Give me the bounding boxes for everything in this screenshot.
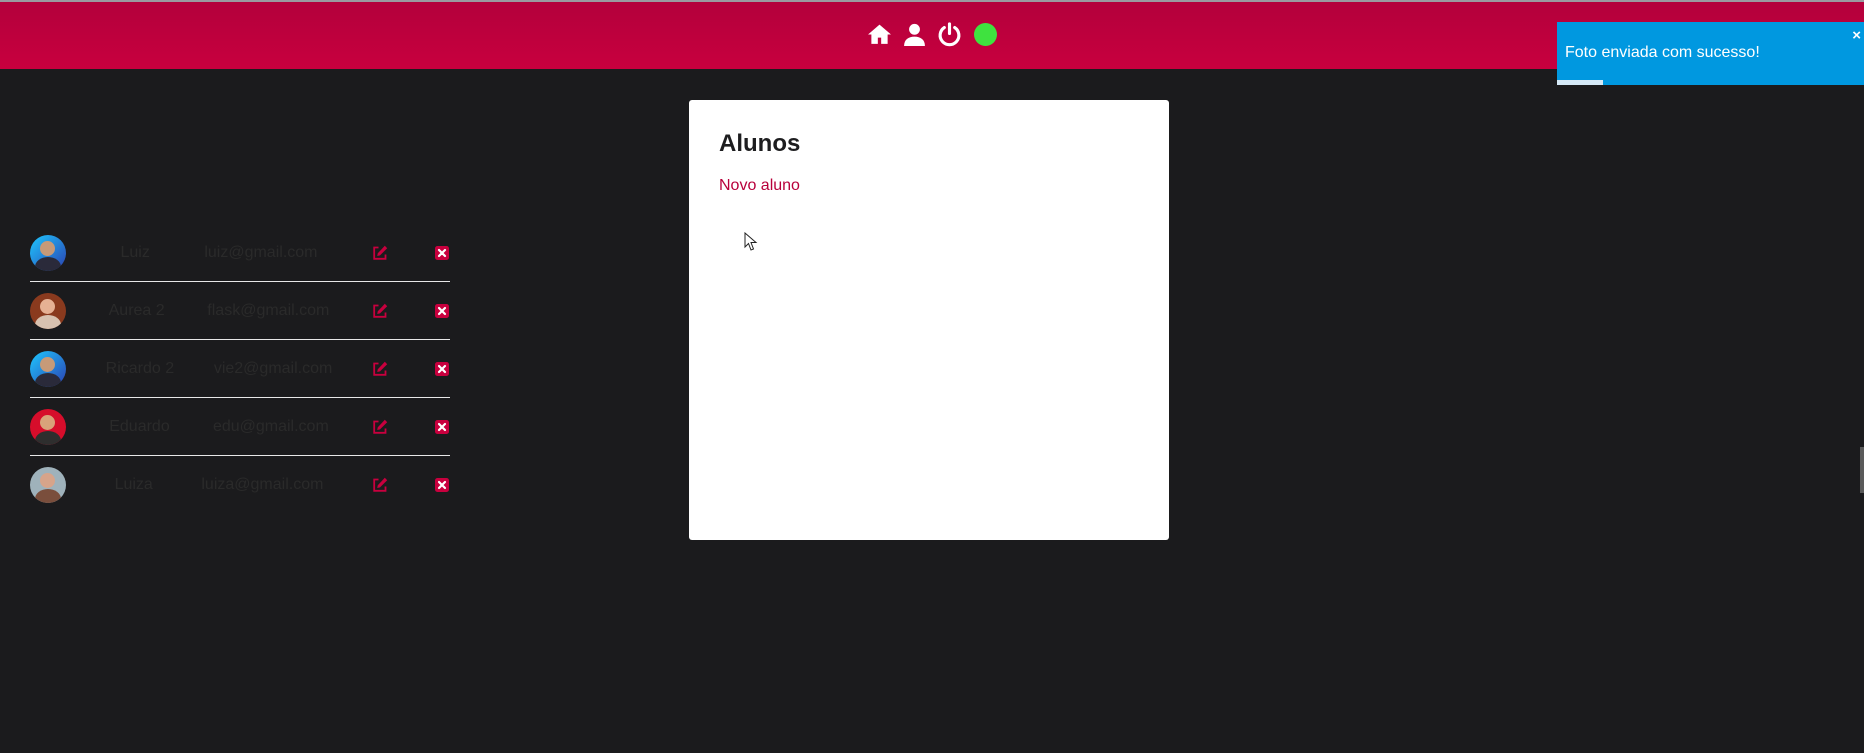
toast-progress-bar xyxy=(1557,80,1604,85)
edit-icon[interactable] xyxy=(372,245,388,261)
edit-icon[interactable] xyxy=(372,361,388,377)
delete-icon[interactable] xyxy=(434,361,450,377)
student-email: luiza@gmail.com xyxy=(201,475,324,493)
edit-icon[interactable] xyxy=(372,477,388,493)
mouse-cursor xyxy=(744,232,758,251)
student-row: Luiz luiz@gmail.com xyxy=(30,224,450,282)
student-name: Aurea 2 xyxy=(108,301,165,319)
students-list: Luiz luiz@gmail.com Aurea 2 flask@gmail.com… xyxy=(30,224,450,513)
student-row: Aurea 2 flask@gmail.com xyxy=(30,282,450,340)
student-row: Ricardo 2 vie2@gmail.com xyxy=(30,340,450,398)
student-row: Eduardo edu@gmail.com xyxy=(30,398,450,456)
toast-message: Foto enviada com sucesso! xyxy=(1565,44,1760,61)
student-email: flask@gmail.com xyxy=(207,301,330,319)
online-status-dot xyxy=(974,23,997,46)
delete-icon[interactable] xyxy=(434,245,450,261)
new-student-link[interactable]: Novo aluno xyxy=(719,177,800,195)
student-email: edu@gmail.com xyxy=(212,417,329,435)
toast-notification[interactable]: Foto enviada com sucesso! × xyxy=(1557,22,1864,85)
student-avatar[interactable] xyxy=(30,350,66,387)
close-icon[interactable]: × xyxy=(1852,28,1861,43)
student-avatar[interactable] xyxy=(30,408,66,445)
page-title: Alunos xyxy=(719,130,801,157)
student-row: Luiza luiza@gmail.com xyxy=(30,456,450,513)
students-card: Alunos Novo aluno xyxy=(689,100,1169,540)
student-avatar[interactable] xyxy=(30,466,66,503)
student-avatar[interactable] xyxy=(30,234,66,271)
student-email: luiz@gmail.com xyxy=(204,243,318,261)
delete-icon[interactable] xyxy=(434,303,450,319)
home-icon[interactable] xyxy=(867,22,892,48)
student-name: Eduardo xyxy=(109,417,170,435)
nav-menu xyxy=(867,22,997,48)
delete-icon[interactable] xyxy=(434,477,450,493)
student-avatar[interactable] xyxy=(30,292,66,329)
student-name: Luiz xyxy=(120,243,150,261)
user-icon[interactable] xyxy=(902,22,927,48)
delete-icon[interactable] xyxy=(434,419,450,435)
power-icon[interactable] xyxy=(937,22,962,48)
edit-icon[interactable] xyxy=(372,419,388,435)
student-name: Luiza xyxy=(114,475,153,493)
edit-icon[interactable] xyxy=(372,303,388,319)
student-email: vie2@gmail.com xyxy=(213,359,333,377)
student-name: Ricardo 2 xyxy=(105,359,175,377)
scrollbar-handle[interactable] xyxy=(1860,447,1864,493)
